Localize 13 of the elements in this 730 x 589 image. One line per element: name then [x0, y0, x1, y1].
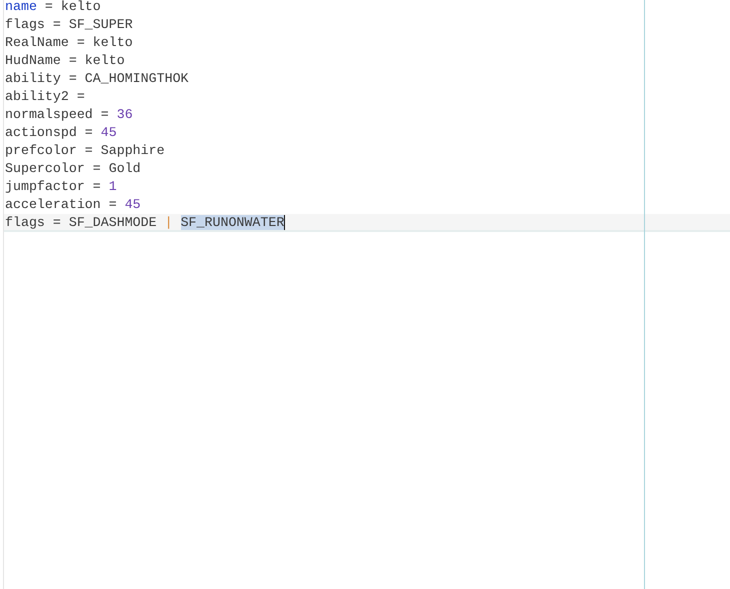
- code-line: actionspd = 45: [4, 124, 118, 142]
- code-line: jumpfactor = 1: [4, 178, 118, 196]
- code-line: prefcolor = Sapphire: [4, 142, 166, 160]
- code-line: ability = CA_HOMINGTHOK: [4, 70, 190, 88]
- code-line: flags = SF_SUPER: [4, 16, 134, 34]
- code-line: RealName = kelto: [4, 34, 134, 52]
- code-editor[interactable]: [3, 0, 730, 589]
- code-line: HudName = kelto: [4, 52, 126, 70]
- code-line: acceleration = 45: [4, 196, 142, 214]
- code-line: normalspeed = 36: [4, 106, 134, 124]
- code-line: Supercolor = Gold: [4, 160, 142, 178]
- code-line: ability2 =: [4, 88, 86, 106]
- code-line: name = kelto: [4, 0, 102, 16]
